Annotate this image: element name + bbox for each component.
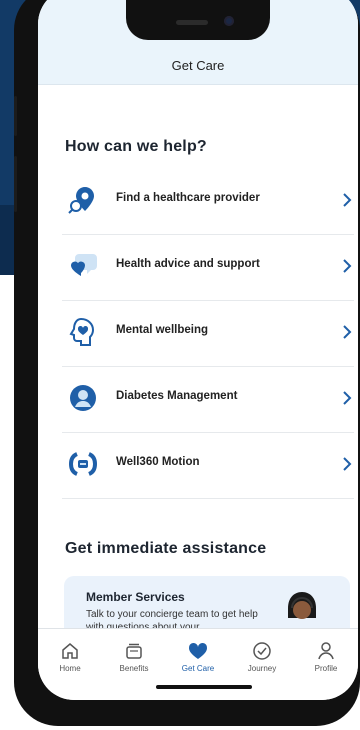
row-label: Health advice and support bbox=[116, 258, 260, 270]
phone-frame: Get Care How can we help? Find a healthc… bbox=[14, 0, 360, 726]
camera-dot bbox=[224, 16, 234, 26]
page-title: Get Care bbox=[171, 58, 225, 73]
person-badge-icon bbox=[70, 385, 96, 411]
person-icon bbox=[318, 642, 334, 660]
home-indicator bbox=[156, 685, 252, 689]
row-label: Find a healthcare provider bbox=[116, 192, 260, 204]
row-find-provider[interactable]: Find a healthcare provider bbox=[62, 168, 354, 235]
tab-label: Profile bbox=[314, 664, 338, 673]
tab-label: Benefits bbox=[119, 664, 149, 673]
tab-label: Journey bbox=[247, 664, 277, 673]
bottom-tab-bar: Home Benefits Get Care Journey Profile bbox=[38, 628, 358, 700]
journey-icon bbox=[253, 642, 271, 660]
tab-home[interactable]: Home bbox=[38, 637, 102, 689]
chevron-right-icon bbox=[343, 391, 352, 405]
row-mental-wellbeing[interactable]: Mental wellbeing bbox=[62, 300, 354, 367]
tab-label: Get Care bbox=[181, 664, 215, 673]
row-health-advice[interactable]: Health advice and support bbox=[62, 234, 354, 301]
map-pin-search-icon bbox=[68, 187, 94, 214]
chevron-right-icon bbox=[343, 325, 352, 339]
head-heart-icon bbox=[69, 317, 95, 346]
help-section-title: How can we help? bbox=[65, 138, 207, 155]
phone-notch bbox=[126, 0, 270, 40]
app-screen: Get Care How can we help? Find a healthc… bbox=[38, 0, 358, 700]
tab-benefits[interactable]: Benefits bbox=[102, 637, 166, 689]
row-well360-motion[interactable]: Well360 Motion bbox=[62, 432, 354, 499]
row-label: Mental wellbeing bbox=[116, 324, 209, 336]
chevron-right-icon bbox=[343, 193, 352, 207]
motion-icon bbox=[68, 452, 98, 476]
heart-chat-icon bbox=[71, 254, 97, 276]
row-diabetes-management[interactable]: Diabetes Management bbox=[62, 366, 354, 433]
tab-journey[interactable]: Journey bbox=[230, 637, 294, 689]
chevron-right-icon bbox=[343, 457, 352, 471]
cards-icon bbox=[126, 643, 142, 659]
heart-icon bbox=[188, 642, 208, 659]
home-icon bbox=[62, 643, 78, 659]
chevron-right-icon bbox=[343, 259, 352, 273]
tab-profile[interactable]: Profile bbox=[294, 637, 358, 689]
phone-side-button bbox=[14, 156, 17, 212]
tab-get-care[interactable]: Get Care bbox=[166, 637, 230, 689]
speaker-grille bbox=[176, 20, 208, 25]
row-label: Diabetes Management bbox=[116, 390, 238, 402]
tab-label: Home bbox=[59, 664, 81, 673]
card-title: Member Services bbox=[86, 590, 185, 604]
assist-section-title: Get immediate assistance bbox=[65, 540, 267, 557]
phone-side-button bbox=[14, 96, 17, 136]
row-label: Well360 Motion bbox=[116, 456, 200, 468]
